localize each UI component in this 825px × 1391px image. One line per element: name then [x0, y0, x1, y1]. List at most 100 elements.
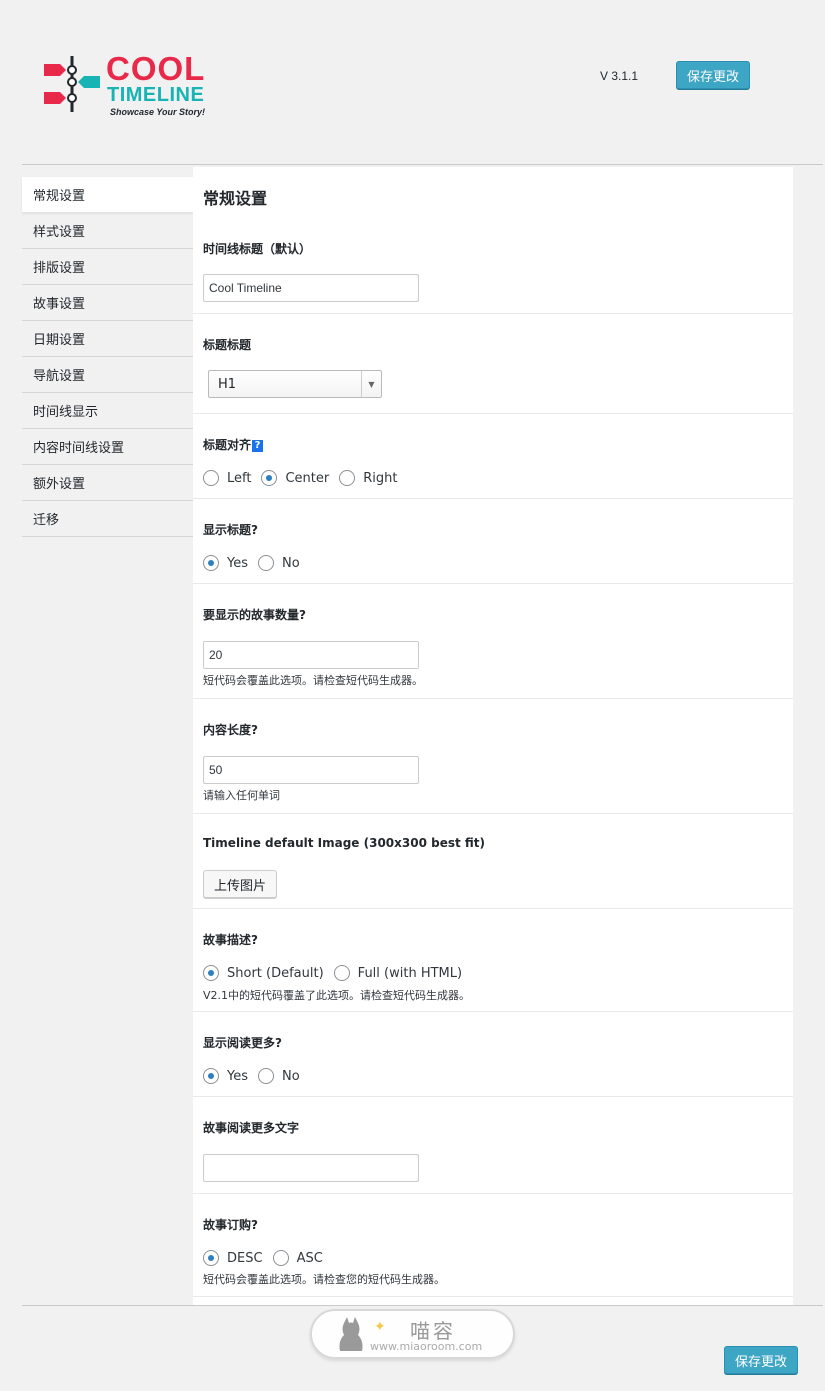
- story-order-desc: 短代码会覆盖此选项。请检查您的短代码生成器。: [203, 1273, 445, 1286]
- logo-word-timeline: TIMELINE: [107, 84, 205, 106]
- radio-align-center[interactable]: Center: [261, 470, 329, 486]
- sidebar-item-timeline-display[interactable]: 时间线显示: [22, 393, 193, 429]
- sparkle-icon: ✦: [374, 1319, 386, 1335]
- section-timeline-title: 时间线标题（默认）: [193, 167, 793, 314]
- sidebar-item-content-timeline[interactable]: 内容时间线设置: [22, 429, 193, 465]
- help-icon[interactable]: ?: [252, 439, 264, 452]
- radio-show-title-yes[interactable]: Yes: [203, 555, 248, 571]
- sidebar-item-story[interactable]: 故事设置: [22, 285, 193, 321]
- heading-tag-selected: H1: [218, 376, 237, 392]
- section-story-order: 故事订购? DESC ASC 短代码会覆盖此选项。请检查您的短代码生成器。: [193, 1194, 793, 1297]
- radio-label: Full (with HTML): [357, 965, 463, 981]
- radio-circle[interactable]: [258, 555, 274, 571]
- content-length-desc: 请输入任何单词: [203, 789, 280, 802]
- radio-label: ASC: [296, 1250, 323, 1266]
- timeline-logo-icon: [44, 56, 100, 112]
- timeline-title-input[interactable]: [203, 274, 419, 302]
- radio-read-more-no[interactable]: No: [258, 1068, 300, 1084]
- radio-circle[interactable]: [272, 1250, 289, 1266]
- default-image-label: Timeline default Image (300x300 best fit…: [203, 836, 486, 850]
- watermark: ✦ 喵容 www.miaoroom.com: [310, 1309, 515, 1359]
- save-button-bottom[interactable]: 保存更改: [724, 1346, 798, 1374]
- version-label: V 3.1.1: [600, 69, 639, 83]
- radio-circle[interactable]: [261, 470, 278, 486]
- story-order-radios: DESC ASC: [203, 1250, 333, 1266]
- radio-circle[interactable]: [203, 1250, 219, 1266]
- radio-circle[interactable]: [339, 470, 356, 486]
- section-show-title: 显示标题? Yes No: [193, 499, 793, 584]
- section-title-align: 标题对齐? Left Center Right: [193, 414, 793, 499]
- section-story-desc: 故事描述? Short (Default) Full (with HTML) V…: [193, 909, 793, 1012]
- sidebar-item-date[interactable]: 日期设置: [22, 321, 193, 357]
- story-desc-desc: V2.1中的短代码覆盖了此选项。请检查短代码生成器。: [203, 989, 471, 1002]
- radio-label: No: [282, 1068, 300, 1084]
- radio-label: Short (Default): [227, 965, 324, 981]
- radio-order-asc[interactable]: ASC: [272, 1250, 323, 1266]
- radio-story-desc-short[interactable]: Short (Default): [203, 965, 324, 981]
- title-align-label-text: 标题对齐: [203, 438, 252, 452]
- radio-label: No: [282, 555, 300, 571]
- radio-label: Left: [227, 470, 252, 486]
- radio-label: Right: [363, 470, 398, 486]
- heading-tag-select[interactable]: H1 ▼: [208, 370, 382, 398]
- sidebar-item-general[interactable]: 常规设置: [22, 177, 193, 213]
- sidebar-item-style[interactable]: 样式设置: [22, 213, 193, 249]
- section-heading-tag: 标题标题 H1 ▼: [193, 314, 793, 414]
- story-order-label: 故事订购?: [203, 1218, 258, 1232]
- heading-tag-label: 标题标题: [203, 338, 252, 352]
- story-count-desc: 短代码会覆盖此选项。请检查短代码生成器。: [203, 674, 423, 687]
- radio-circle[interactable]: [258, 1068, 274, 1084]
- content-length-label: 内容长度?: [203, 723, 258, 737]
- cool-timeline-logo: COOL TIMELINE Showcase Your Story!: [44, 52, 224, 118]
- upload-image-button[interactable]: 上传图片: [203, 870, 277, 898]
- read-more-text-label: 故事阅读更多文字: [203, 1121, 300, 1135]
- section-story-count: 要显示的故事数量? 短代码会覆盖此选项。请检查短代码生成器。: [193, 584, 793, 699]
- radio-circle[interactable]: [203, 555, 219, 571]
- logo-word-cool: COOL: [106, 50, 206, 87]
- sidebar-item-extra[interactable]: 额外设置: [22, 465, 193, 501]
- title-align-label: 标题对齐?: [203, 436, 264, 453]
- show-read-more-radios: Yes No: [203, 1068, 310, 1084]
- logo-tagline: Showcase Your Story!: [110, 107, 206, 117]
- show-read-more-label: 显示阅读更多?: [203, 1036, 282, 1050]
- sidebar-item-migration[interactable]: 迁移: [22, 501, 193, 537]
- radio-circle[interactable]: [203, 965, 219, 981]
- settings-panel: 常规设置 时间线标题（默认） 标题标题 H1 ▼ 标题对齐? Left Cent…: [193, 167, 793, 1305]
- radio-label: Yes: [227, 555, 248, 571]
- radio-story-desc-full[interactable]: Full (with HTML): [333, 965, 463, 981]
- footer-divider: [22, 1305, 823, 1306]
- radio-label: Yes: [227, 1068, 248, 1084]
- radio-read-more-yes[interactable]: Yes: [203, 1068, 248, 1084]
- sidebar-item-typography[interactable]: 排版设置: [22, 249, 193, 285]
- section-content-length: 内容长度? 请输入任何单词: [193, 699, 793, 814]
- sidebar-item-navigation[interactable]: 导航设置: [22, 357, 193, 393]
- radio-label: DESC: [227, 1250, 263, 1266]
- story-count-label: 要显示的故事数量?: [203, 608, 306, 622]
- read-more-text-input[interactable]: [203, 1154, 419, 1182]
- section-show-read-more: 显示阅读更多? Yes No: [193, 1012, 793, 1097]
- radio-align-right[interactable]: Right: [339, 470, 397, 486]
- story-desc-label: 故事描述?: [203, 933, 258, 947]
- radio-align-left[interactable]: Left: [203, 470, 251, 486]
- radio-circle[interactable]: [203, 470, 219, 486]
- save-button-top[interactable]: 保存更改: [676, 61, 750, 89]
- show-title-label: 显示标题?: [203, 523, 258, 537]
- radio-show-title-no[interactable]: No: [258, 555, 300, 571]
- title-align-radios: Left Center Right: [203, 470, 407, 486]
- section-default-image: Timeline default Image (300x300 best fit…: [193, 814, 793, 909]
- content-length-input[interactable]: [203, 756, 419, 784]
- radio-order-desc[interactable]: DESC: [203, 1250, 263, 1266]
- story-desc-radios: Short (Default) Full (with HTML): [203, 965, 472, 981]
- header-divider: [22, 164, 823, 165]
- cat-icon: [339, 1317, 363, 1351]
- settings-sidebar: 常规设置 样式设置 排版设置 故事设置 日期设置 导航设置 时间线显示 内容时间…: [22, 177, 193, 537]
- radio-circle[interactable]: [333, 965, 350, 981]
- radio-label: Center: [285, 470, 330, 486]
- section-read-more-text: 故事阅读更多文字: [193, 1097, 793, 1194]
- story-count-input[interactable]: [203, 641, 419, 669]
- chevron-down-icon: ▼: [361, 371, 381, 397]
- watermark-url: www.miaoroom.com: [370, 1340, 483, 1353]
- show-title-radios: Yes No: [203, 555, 310, 571]
- timeline-title-label: 时间线标题（默认）: [203, 242, 312, 256]
- radio-circle[interactable]: [203, 1068, 219, 1084]
